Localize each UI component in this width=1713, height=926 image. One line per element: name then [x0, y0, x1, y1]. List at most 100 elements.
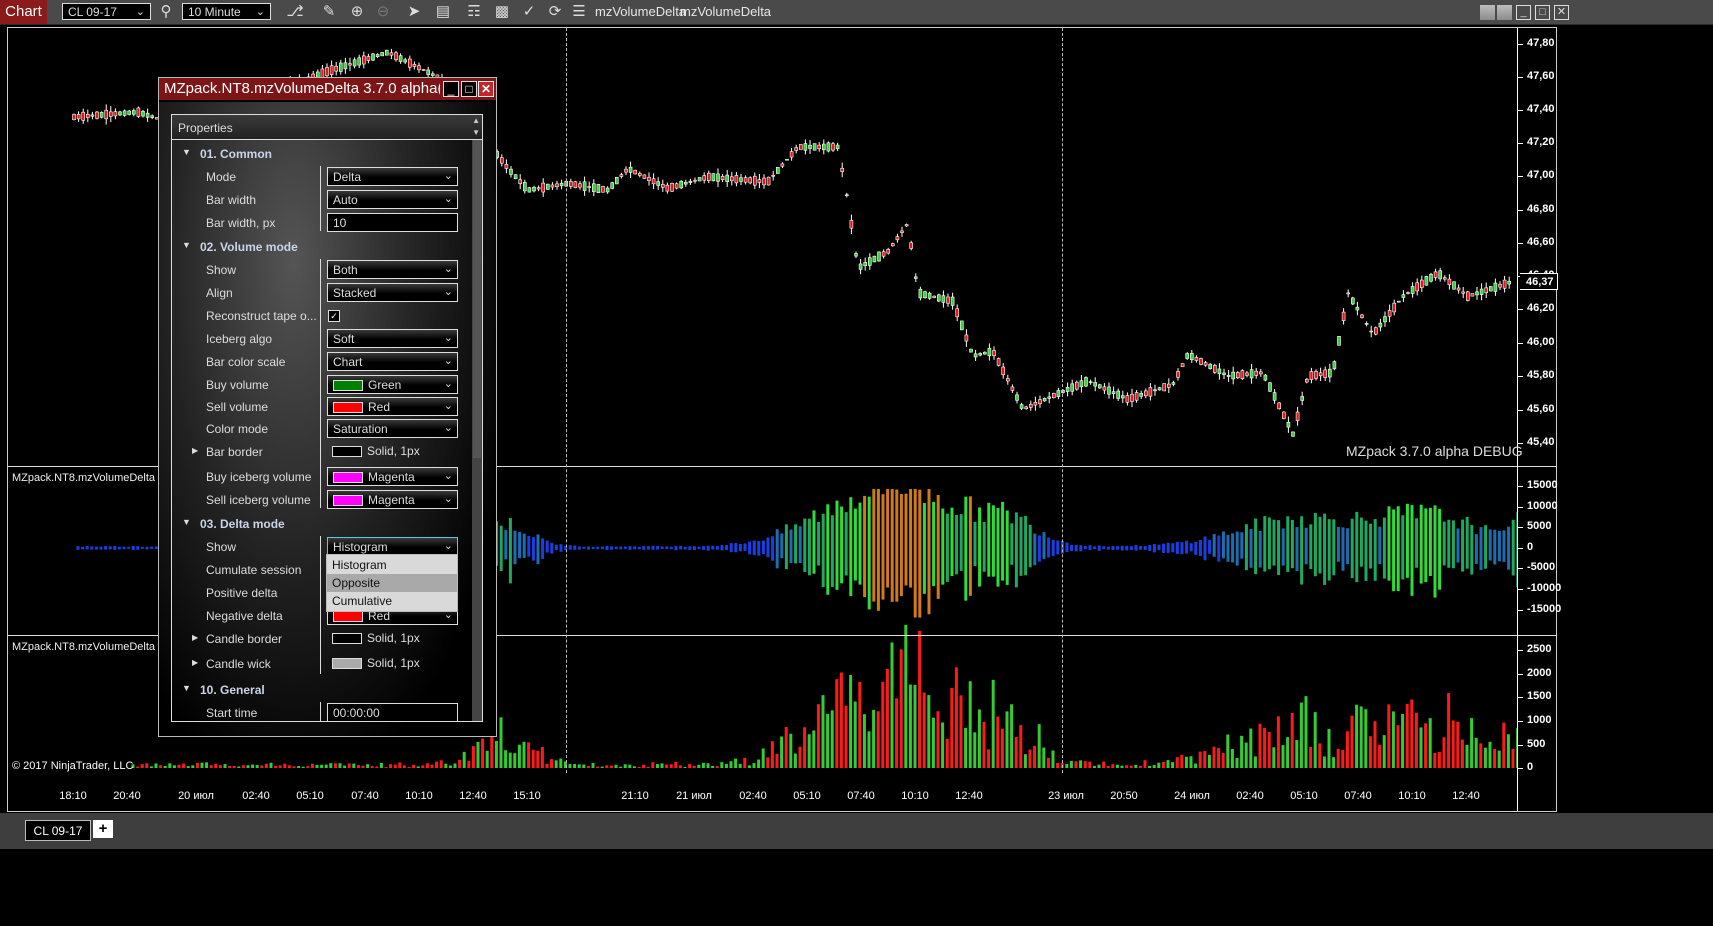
dialog-minimize-button[interactable]: _ — [443, 81, 459, 97]
add-tab-button[interactable]: + — [93, 820, 113, 838]
indicator-label[interactable]: mzVolumeDelta — [680, 0, 771, 24]
always-on-top-button[interactable] — [1497, 5, 1512, 20]
collapse-triangle-icon[interactable]: ▼ — [182, 683, 191, 693]
dialog-maximize-button[interactable]: □ — [461, 81, 477, 97]
align-dropdown[interactable]: Stacked ⌄ — [327, 283, 458, 302]
color-mode-dropdown[interactable]: Saturation ⌄ — [327, 419, 458, 438]
minimize-button[interactable]: _ — [1516, 5, 1531, 20]
collapse-triangle-icon[interactable]: ▼ — [182, 147, 191, 157]
collapse-triangle-icon[interactable]: ▼ — [182, 517, 191, 527]
candle-body — [918, 288, 923, 299]
volume-bar — [1134, 764, 1138, 768]
stacked-icon[interactable]: ▩ — [493, 3, 511, 21]
data-box-icon[interactable]: ▤ — [434, 3, 452, 21]
sell-volume-color-picker[interactable]: Red ⌄ — [327, 397, 458, 416]
bar-width-px-input[interactable]: 10 — [327, 213, 458, 232]
order-flow-icon[interactable]: ☶ — [465, 3, 483, 21]
dialog-close-button[interactable]: ✕ — [478, 81, 494, 97]
volume-bar — [987, 749, 991, 768]
buy-iceberg-volume-color-picker[interactable]: Magenta ⌄ — [327, 467, 458, 486]
column-separator[interactable] — [320, 166, 321, 231]
scroll-up-icon[interactable]: ▲ — [472, 116, 480, 125]
dialog-title-bar[interactable]: MZpack.NT8.mzVolumeDelta 3.7.0 alpha(CL … — [159, 78, 496, 100]
dropdown-value: Soft — [333, 332, 355, 346]
tile-button[interactable] — [1480, 5, 1495, 20]
volume-bar — [747, 765, 751, 768]
zoom-out-icon[interactable]: ⊖ — [374, 3, 392, 21]
candle-body — [766, 176, 771, 186]
bar-width-dropdown[interactable]: Auto ⌄ — [327, 190, 458, 209]
collapse-triangle-icon[interactable]: ▼ — [182, 240, 191, 250]
column-separator[interactable] — [320, 702, 321, 721]
show-dropdown[interactable]: Both ⌄ — [327, 260, 458, 279]
mode-dropdown[interactable]: Delta ⌄ — [327, 167, 458, 186]
volume-bar — [1212, 746, 1216, 768]
section-01-common[interactable]: ▼ 01. Common — [172, 144, 472, 164]
pointer-icon[interactable]: ➤ — [405, 3, 423, 21]
chevron-down-icon: ⌄ — [443, 400, 453, 412]
scrollbar-thumb[interactable] — [473, 140, 481, 458]
tab-cl-09-17[interactable]: CL 09-17 — [25, 820, 91, 841]
start-time-input[interactable]: 00:00:00 — [327, 703, 458, 721]
delta-bar — [955, 514, 959, 575]
delta-bar — [1231, 533, 1235, 563]
strategy-icon[interactable]: ✓ — [520, 3, 538, 21]
properties-scrollbar[interactable] — [472, 140, 482, 721]
time-axis[interactable]: 18:10 20:40 20 июл 02:40 05:10 07:40 10:10 12:4… — [8, 785, 1517, 809]
chart-menu-button[interactable]: Chart — [0, 0, 47, 24]
buy-volume-color-picker[interactable]: Green ⌄ — [327, 375, 458, 394]
indicator-label[interactable]: mzVolumeDelta — [595, 0, 686, 24]
expand-triangle-icon[interactable]: ▶ — [192, 658, 198, 667]
close-window-button[interactable]: ✕ — [1554, 5, 1569, 20]
delta-show-dropdown-list: Histogram Opposite Cumulative — [326, 554, 458, 612]
bar-border-stroke[interactable]: Solid, 1px — [327, 442, 458, 461]
instrument-selector[interactable]: CL 09-17 ⌄ — [62, 3, 151, 20]
candle-border-stroke[interactable]: Solid, 1px — [327, 629, 458, 648]
dropdown-option-opposite[interactable]: Opposite — [327, 574, 457, 592]
bar-type-icon[interactable]: ⎇ — [286, 3, 304, 21]
delta-bar — [554, 544, 558, 551]
delta-label: -5000 — [1527, 561, 1556, 573]
candle-body — [1180, 363, 1185, 368]
volume-bar — [366, 764, 370, 768]
volume-bar — [186, 766, 190, 768]
candle-wick-stroke[interactable]: Solid, 1px — [327, 654, 458, 673]
candle-body — [601, 185, 605, 193]
search-icon[interactable]: ⚲ — [157, 3, 175, 21]
volume-label: 2500 — [1527, 643, 1552, 655]
delta-bar — [1346, 528, 1350, 565]
candle-body — [95, 111, 99, 119]
section-10-general[interactable]: ▼ 10. General — [172, 680, 472, 700]
column-separator[interactable] — [320, 259, 321, 508]
candle-body — [1502, 279, 1507, 289]
expand-triangle-icon[interactable]: ▶ — [192, 633, 198, 642]
scroll-down-icon[interactable]: ▼ — [472, 128, 480, 137]
candle-body — [527, 187, 532, 193]
zoom-in-icon[interactable]: ⊕ — [348, 3, 366, 21]
dropdown-option-cumulative[interactable]: Cumulative — [327, 592, 457, 610]
dropdown-option-histogram[interactable]: Histogram — [327, 556, 457, 574]
axis-tick — [1518, 410, 1523, 411]
delta-bar — [1148, 544, 1152, 551]
candle-body — [923, 291, 927, 299]
delta-bar — [752, 540, 756, 556]
bar-color-scale-dropdown[interactable]: Chart ⌄ — [327, 352, 458, 371]
volume-bar — [1065, 763, 1069, 768]
sell-iceberg-volume-color-picker[interactable]: Magenta ⌄ — [327, 490, 458, 509]
iceberg-algo-dropdown[interactable]: Soft ⌄ — [327, 329, 458, 348]
column-separator[interactable] — [320, 536, 321, 674]
volume-bar — [287, 765, 291, 768]
price-axis[interactable]: 47,8047,6047,4047,2047,0046,8046,6046,40… — [1517, 28, 1561, 811]
section-03-delta-mode[interactable]: ▼ 03. Delta mode — [172, 514, 472, 534]
section-02-volume-mode[interactable]: ▼ 02. Volume mode — [172, 237, 472, 257]
properties-list-icon[interactable]: ☰ — [570, 3, 588, 21]
time-label: 07:40 — [847, 790, 875, 802]
candle-body — [1383, 316, 1387, 323]
expand-triangle-icon[interactable]: ▶ — [192, 446, 198, 455]
reconstruct-tape-o-checkbox[interactable]: ✓ — [328, 310, 340, 322]
maximize-button[interactable]: □ — [1535, 5, 1550, 20]
drawing-pencil-icon[interactable]: ✎ — [320, 3, 338, 21]
axis-tick — [1518, 309, 1523, 310]
interval-selector[interactable]: 10 Minute ⌄ — [182, 3, 271, 20]
reload-icon[interactable]: ⟳ — [546, 3, 564, 21]
